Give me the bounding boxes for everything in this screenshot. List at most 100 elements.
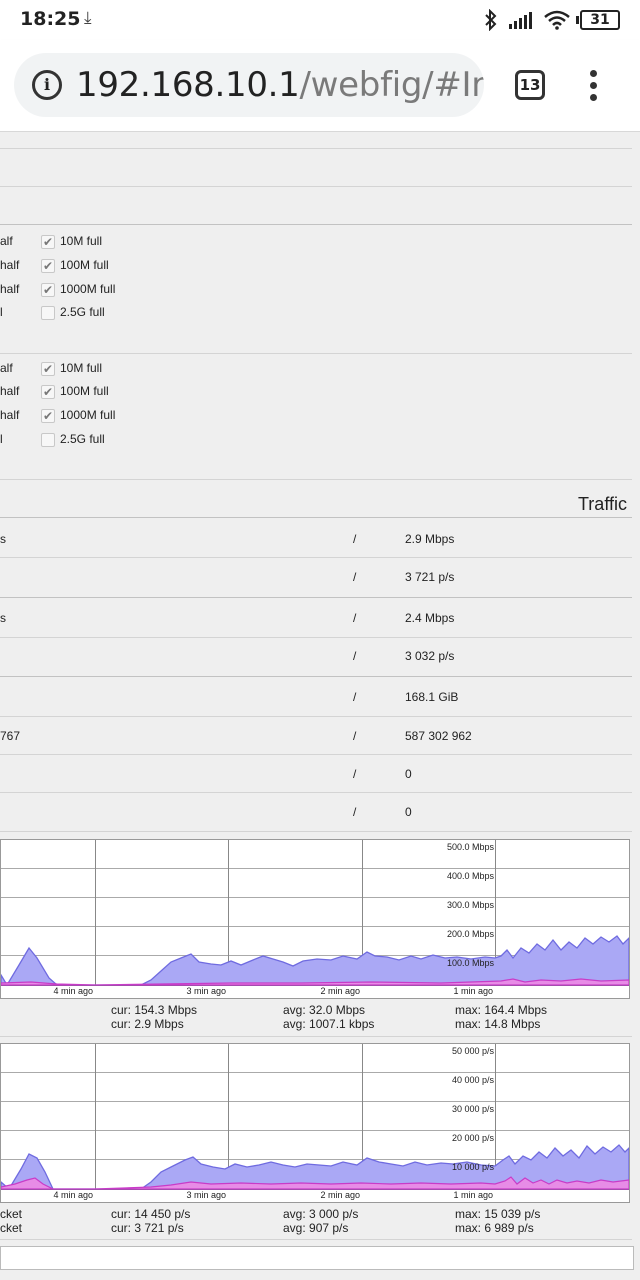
x-label: 4 min ago bbox=[53, 986, 93, 996]
bits-max-tx: max: 14.8 Mbps bbox=[455, 1017, 541, 1031]
speed-option-label: 10M full bbox=[60, 234, 103, 248]
packets-graph-svg: 50 000 p/s 40 000 p/s 30 000 p/s 20 000 … bbox=[0, 1044, 630, 1200]
divider bbox=[0, 792, 632, 793]
bits-avg-tx: avg: 1007.1 kbps bbox=[283, 1017, 375, 1031]
divider bbox=[0, 557, 632, 558]
divider bbox=[0, 716, 632, 717]
stat-separator: / bbox=[353, 805, 357, 819]
checkbox-10m-full[interactable]: ✔ bbox=[41, 235, 55, 249]
tab-switcher-button[interactable]: 13 bbox=[515, 70, 545, 100]
stat-separator: / bbox=[353, 767, 357, 781]
clock: 18:25 bbox=[20, 8, 81, 30]
divider bbox=[0, 353, 632, 354]
y-label: 200.0 Mbps bbox=[447, 929, 495, 939]
x-label: 3 min ago bbox=[186, 1190, 226, 1200]
y-label: 500.0 Mbps bbox=[447, 842, 495, 852]
divider bbox=[0, 148, 632, 149]
address-bar[interactable]: i 192.168.10.1/webfig/#Int bbox=[14, 53, 484, 117]
stat-separator: / bbox=[353, 611, 357, 625]
speed-option-label: 10M full bbox=[60, 361, 103, 375]
stat-value: 3 032 p/s bbox=[405, 649, 455, 663]
y-label: 300.0 Mbps bbox=[447, 900, 495, 910]
traffic-packets-graph: 50 000 p/s 40 000 p/s 30 000 p/s 20 000 … bbox=[0, 1043, 630, 1203]
y-label: 30 000 p/s bbox=[452, 1104, 495, 1114]
stat-value: 587 302 962 bbox=[405, 729, 472, 743]
divider bbox=[0, 224, 632, 225]
status-bar: 18:25 ⤓ 31 bbox=[0, 0, 640, 40]
overflow-menu-icon[interactable] bbox=[582, 68, 606, 102]
info-icon[interactable]: i bbox=[32, 70, 62, 100]
y-label: 20 000 p/s bbox=[452, 1133, 495, 1143]
checkbox-2-5g-full[interactable] bbox=[41, 306, 55, 320]
summary-label: cket bbox=[0, 1221, 23, 1235]
url-path: /webfig/#Int bbox=[299, 65, 484, 105]
divider bbox=[0, 754, 632, 755]
divider bbox=[0, 1036, 632, 1037]
url-host: 192.168.10.1 bbox=[76, 65, 300, 105]
speed-option-left: l bbox=[0, 305, 3, 319]
stat-separator: / bbox=[353, 649, 357, 663]
bluetooth-icon bbox=[485, 9, 497, 31]
checkbox-10m-full[interactable]: ✔ bbox=[41, 362, 55, 376]
stat-separator: / bbox=[353, 532, 357, 546]
url-text[interactable]: 192.168.10.1/webfig/#Int bbox=[76, 65, 484, 105]
packets-cur-rx: cur: 14 450 p/s bbox=[111, 1207, 191, 1221]
speed-option-left: half bbox=[0, 384, 20, 398]
checkbox-1000m-full[interactable]: ✔ bbox=[41, 283, 55, 297]
checkbox-100m-full[interactable]: ✔ bbox=[41, 385, 55, 399]
bits-graph-svg: 500.0 Mbps 400.0 Mbps 300.0 Mbps 200.0 M… bbox=[0, 840, 630, 996]
divider bbox=[0, 186, 632, 187]
stat-left: s bbox=[0, 532, 6, 546]
download-arrow-icon: ⤓ bbox=[84, 8, 92, 27]
x-label: 1 min ago bbox=[453, 1190, 493, 1200]
bits-avg-rx: avg: 32.0 Mbps bbox=[283, 1003, 366, 1017]
x-label: 4 min ago bbox=[53, 1190, 93, 1200]
checkbox-2-5g-full[interactable] bbox=[41, 433, 55, 447]
packets-y-labels: 50 000 p/s 40 000 p/s 30 000 p/s 20 000 … bbox=[452, 1046, 495, 1172]
speed-option-label: 1000M full bbox=[60, 408, 116, 422]
section-title-traffic: Traffic bbox=[577, 494, 627, 514]
y-label: 40 000 p/s bbox=[452, 1075, 495, 1085]
bits-y-labels: 500.0 Mbps 400.0 Mbps 300.0 Mbps 200.0 M… bbox=[447, 842, 495, 968]
divider bbox=[0, 517, 632, 518]
speed-option-left: half bbox=[0, 408, 20, 422]
bottom-input-field[interactable] bbox=[0, 1246, 634, 1270]
bits-cur-tx: cur: 2.9 Mbps bbox=[111, 1017, 184, 1031]
bits-cur-rx: cur: 154.3 Mbps bbox=[111, 1003, 198, 1017]
y-label: 400.0 Mbps bbox=[447, 871, 495, 881]
y-label: 100.0 Mbps bbox=[447, 958, 495, 968]
packets-max-tx: max: 6 989 p/s bbox=[455, 1221, 534, 1235]
stat-value: 0 bbox=[405, 805, 412, 819]
stat-separator: / bbox=[353, 729, 357, 743]
bits-max-rx: max: 164.4 Mbps bbox=[455, 1003, 548, 1017]
x-label: 1 min ago bbox=[453, 986, 493, 996]
divider bbox=[0, 676, 632, 677]
speed-option-label: 100M full bbox=[60, 384, 109, 398]
battery-icon: 31 bbox=[576, 10, 620, 30]
stat-value: 2.4 Mbps bbox=[405, 611, 455, 625]
signal-icon bbox=[509, 12, 532, 29]
speed-option-left: alf bbox=[0, 234, 13, 248]
stat-value: 2.9 Mbps bbox=[405, 532, 455, 546]
packets-x-labels: 4 min ago 3 min ago 2 min ago 1 min ago bbox=[53, 1190, 493, 1200]
x-label: 2 min ago bbox=[320, 1190, 360, 1200]
divider bbox=[0, 1239, 632, 1240]
speed-option-left: l bbox=[0, 432, 3, 446]
packets-avg-rx: avg: 3 000 p/s bbox=[283, 1207, 359, 1221]
webfig-page: alf ✔ 10M full half ✔ 100M full half ✔ 1… bbox=[0, 132, 640, 1280]
divider bbox=[0, 637, 632, 638]
packets-max-rx: max: 15 039 p/s bbox=[455, 1207, 541, 1221]
speed-option-label: 2.5G full bbox=[60, 305, 105, 319]
stat-value: 0 bbox=[405, 767, 412, 781]
divider bbox=[0, 597, 632, 598]
packets-cur-tx: cur: 3 721 p/s bbox=[111, 1221, 184, 1235]
traffic-bits-graph: 500.0 Mbps 400.0 Mbps 300.0 Mbps 200.0 M… bbox=[0, 839, 630, 999]
stat-separator: / bbox=[353, 690, 357, 704]
checkbox-1000m-full[interactable]: ✔ bbox=[41, 409, 55, 423]
stat-value: 168.1 GiB bbox=[405, 690, 459, 704]
speed-option-left: half bbox=[0, 258, 20, 272]
speed-option-label: 2.5G full bbox=[60, 432, 105, 446]
speed-option-label: 100M full bbox=[60, 258, 109, 272]
bits-x-labels: 4 min ago 3 min ago 2 min ago 1 min ago bbox=[53, 986, 493, 996]
checkbox-100m-full[interactable]: ✔ bbox=[41, 259, 55, 273]
